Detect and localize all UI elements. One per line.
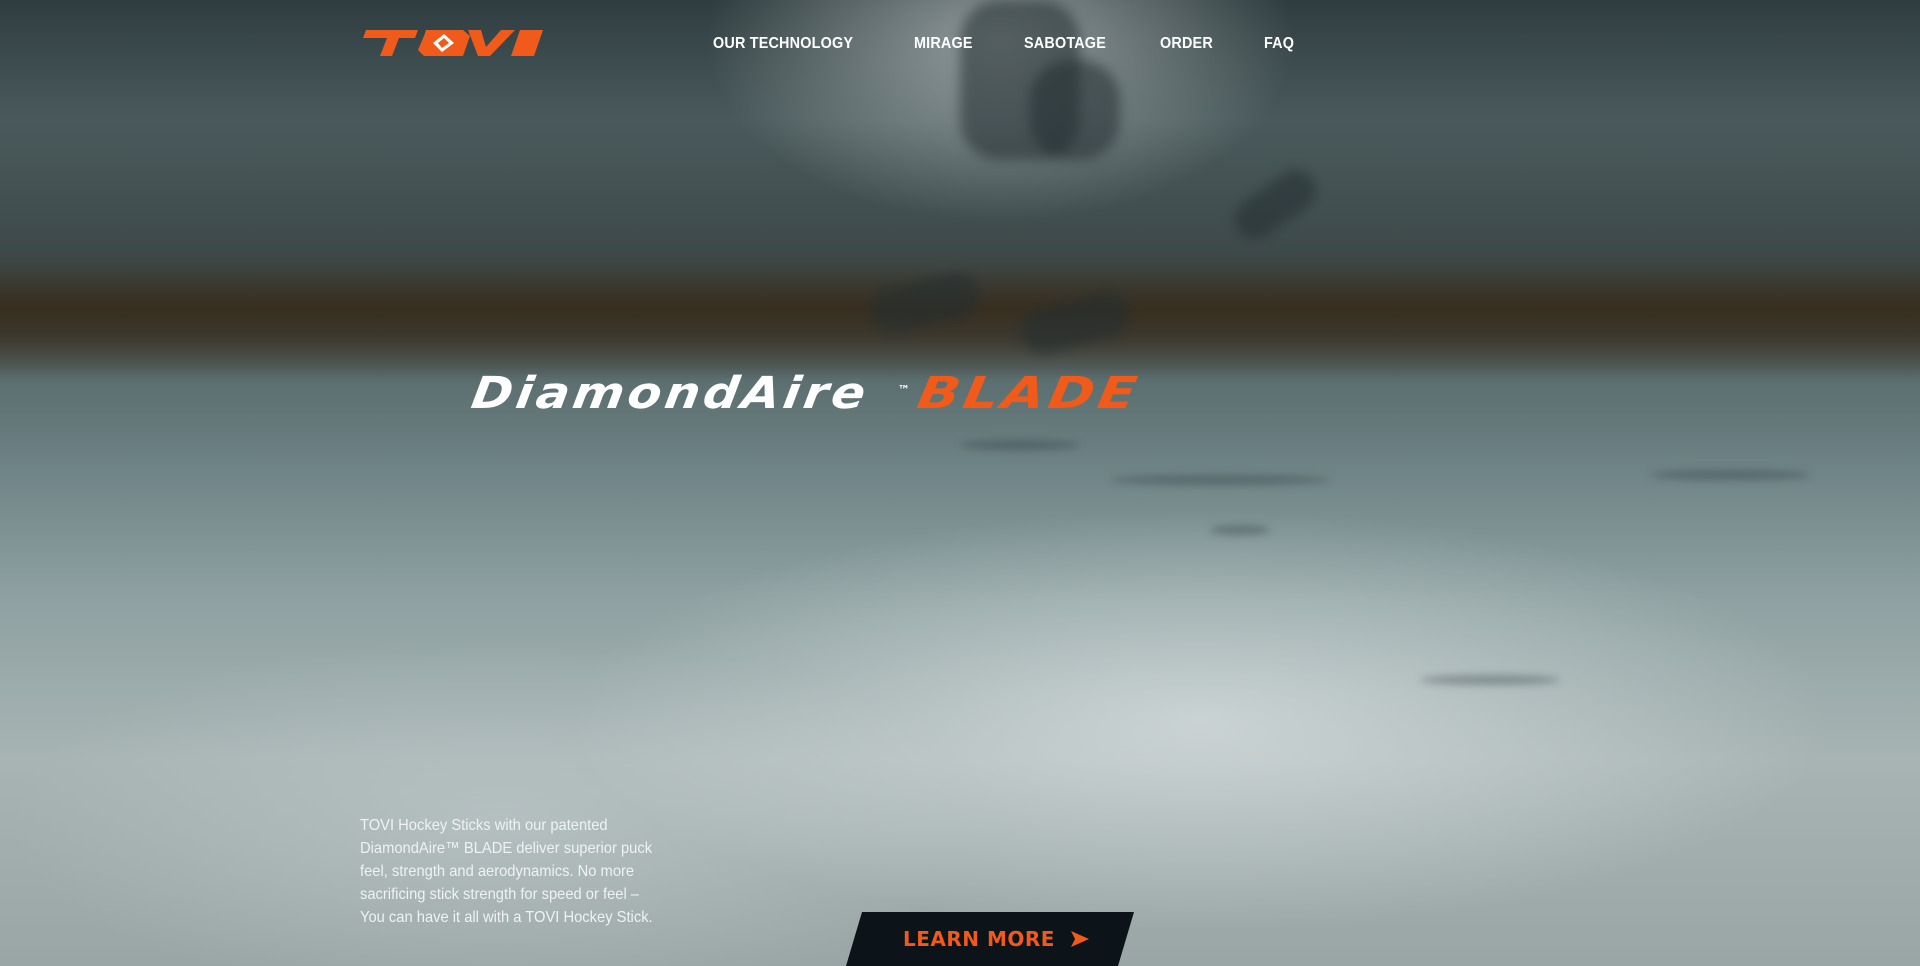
nav-item-faq[interactable]: FAQ: [1264, 34, 1294, 54]
headline-blade: BLADE: [913, 368, 1144, 419]
ice-shadow: [1110, 475, 1330, 485]
skater-leg-silhouette: [1030, 60, 1120, 160]
nav-item-order[interactable]: ORDER: [1160, 34, 1213, 54]
tovi-logo-mark: [363, 30, 543, 56]
skater-skate-silhouette: [1226, 162, 1324, 248]
arrow-right-icon: [1069, 930, 1089, 948]
nav-item-sabotage[interactable]: SABOTAGE: [1024, 34, 1106, 54]
learn-more-button[interactable]: LEARN MORE: [846, 912, 1134, 966]
hero-section: OUR TECHNOLOGY MIRAGE SABOTAGE ORDER FAQ…: [0, 0, 1920, 966]
ice-shadow: [1420, 675, 1560, 685]
hero-description: TOVI Hockey Sticks with our patented Dia…: [360, 817, 653, 926]
ice-shadow: [1210, 525, 1270, 535]
trademark-symbol: ™: [897, 383, 910, 397]
tovi-logo[interactable]: [360, 28, 545, 58]
learn-more-label: LEARN MORE: [903, 927, 1055, 951]
nav-item-mirage[interactable]: MIRAGE: [914, 34, 973, 54]
hero-headline: DiamondAire ™BLADE: [468, 368, 1144, 419]
ice-shadow: [1650, 470, 1810, 480]
ice-shadow: [960, 440, 1080, 450]
main-nav: OUR TECHNOLOGY MIRAGE SABOTAGE ORDER FAQ: [713, 34, 1342, 54]
headline-diamondaire: DiamondAire: [468, 368, 873, 419]
nav-item-our-technology[interactable]: OUR TECHNOLOGY: [713, 34, 853, 54]
